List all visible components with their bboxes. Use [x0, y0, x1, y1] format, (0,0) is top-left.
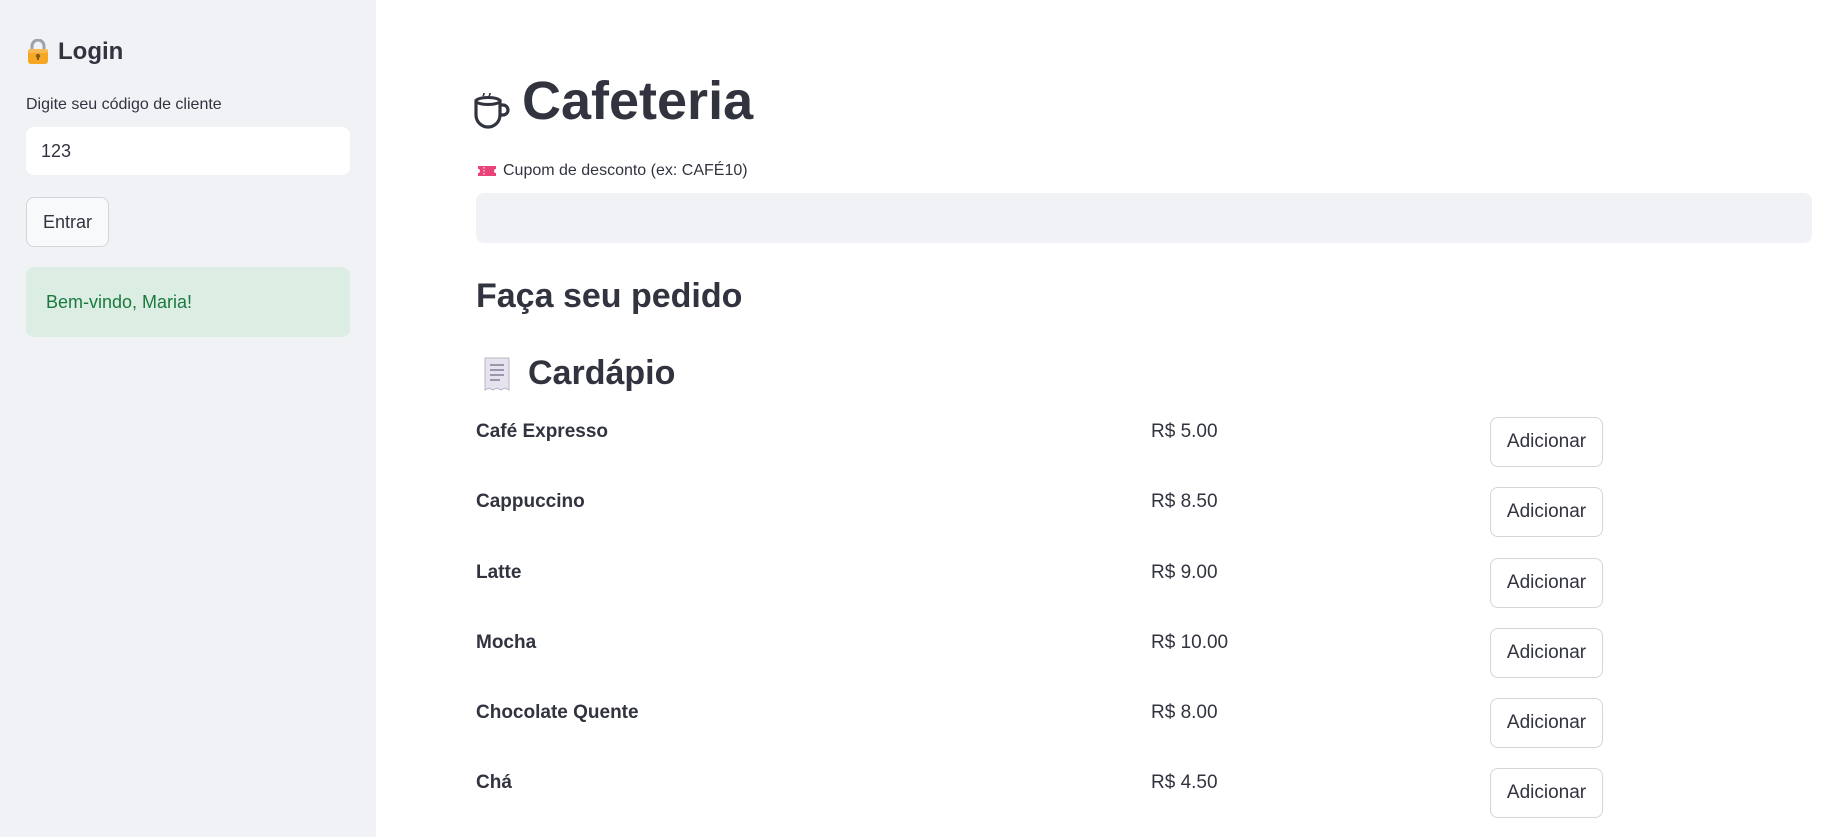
coffee-cup-icon — [472, 82, 512, 129]
add-button[interactable]: Adicionar — [1490, 557, 1603, 608]
menu-item-price: R$ 9.00 — [1151, 561, 1218, 583]
welcome-alert: Bem-vindo, Maria! — [26, 267, 350, 337]
menu-item-price: R$ 5.00 — [1151, 421, 1218, 442]
menu-item: Chocolate Quente R$ 8.00 Adicionar — [476, 696, 1606, 766]
menu-item-price: R$ 4.50 — [1151, 772, 1218, 794]
menu-item: Chá R$ 4.50 Adicionar — [476, 766, 1606, 836]
menu-item: Latte R$ 9.00 Adicionar — [476, 556, 1606, 626]
menu-item-price: R$ 10.00 — [1151, 631, 1229, 653]
menu-item-price: R$ 8.50 — [1151, 491, 1218, 513]
menu-item-name: Mocha — [476, 631, 537, 653]
order-heading: Faça seu pedido — [476, 277, 743, 315]
menu-item-name: Café Expresso — [476, 421, 609, 442]
receipt-icon — [482, 356, 512, 392]
menu-item-name: Chá — [476, 772, 512, 794]
ticket-icon — [477, 164, 497, 178]
page-title-text: Cafeteria — [522, 71, 754, 131]
coupon-input[interactable] — [476, 193, 1812, 243]
menu-item: Cappuccino R$ 8.50 Adicionar — [476, 485, 1606, 555]
client-code-label: Digite seu código de cliente — [26, 96, 222, 113]
menu-list: Café Expresso R$ 5.00 Adicionar Cappucci… — [476, 415, 1606, 837]
menu-item-name: Chocolate Quente — [476, 702, 639, 724]
login-title: Login — [58, 38, 124, 65]
welcome-message: Bem-vindo, Maria! — [46, 291, 193, 312]
menu-heading-text: Cardápio — [528, 354, 676, 392]
sidebar: Login Digite seu código de cliente Entra… — [0, 0, 376, 837]
menu-item-name: Latte — [476, 561, 522, 583]
add-button[interactable]: Adicionar — [1490, 698, 1603, 749]
menu-item-price: R$ 8.00 — [1151, 702, 1218, 724]
menu-heading: Cardápio — [482, 354, 675, 393]
menu-item: Mocha R$ 10.00 Adicionar — [476, 626, 1606, 696]
coupon-label-text: Cupom de desconto (ex: CAFÉ10) — [503, 162, 748, 179]
enter-button[interactable]: Entrar — [26, 197, 109, 247]
add-button[interactable]: Adicionar — [1490, 487, 1603, 538]
client-code-input[interactable] — [26, 127, 350, 175]
page-title: Cafeteria — [472, 70, 753, 132]
lock-icon — [26, 38, 50, 65]
add-button[interactable]: Adicionar — [1490, 417, 1603, 467]
coupon-label: Cupom de desconto (ex: CAFÉ10) — [477, 162, 748, 180]
menu-item-name: Cappuccino — [476, 491, 585, 513]
add-button[interactable]: Adicionar — [1490, 627, 1603, 678]
login-heading: Login — [26, 38, 123, 66]
add-button[interactable]: Adicionar — [1490, 768, 1603, 819]
menu-item: Café Expresso R$ 5.00 Adicionar — [476, 415, 1606, 485]
